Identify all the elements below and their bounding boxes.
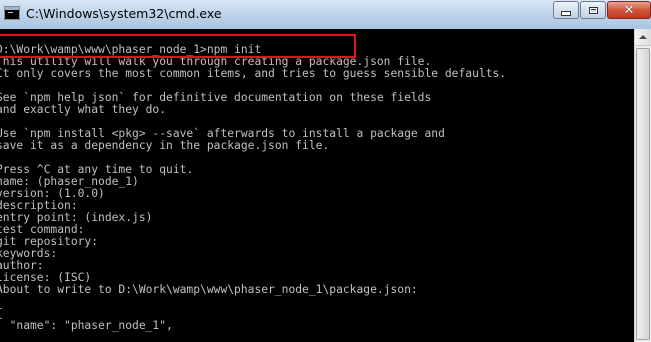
title-bar[interactable]: C:\Windows\system32\cmd.exe ✕ <box>0 0 651 29</box>
console-line: About to write to D:\Work\wamp\www\phase… <box>0 283 418 296</box>
console-line: keywords: <box>0 247 58 260</box>
close-button[interactable]: ✕ <box>607 1 651 19</box>
close-icon: ✕ <box>623 2 635 18</box>
console-line: save it as a dependency in the package.j… <box>0 139 330 152</box>
console-icon[interactable] <box>4 6 20 20</box>
maximize-button[interactable] <box>580 1 606 19</box>
maximize-icon <box>588 6 598 14</box>
command-highlight-box <box>0 34 356 58</box>
minimize-button[interactable] <box>553 1 579 19</box>
console-line: and exactly what they do. <box>0 103 167 116</box>
arrow-up-icon <box>639 35 647 39</box>
console-text: D:\Work\wamp\www\phaser_node_1>npm init T… <box>0 44 506 332</box>
console-line: "name": "phaser_node_1", <box>0 319 173 332</box>
vertical-scrollbar[interactable] <box>634 29 651 342</box>
minimize-icon <box>561 11 571 16</box>
scroll-up-button[interactable] <box>635 29 651 46</box>
window-title: C:\Windows\system32\cmd.exe <box>26 6 222 21</box>
console-line: It only covers the most common items, an… <box>0 67 507 80</box>
console-line: git repository: <box>0 235 99 248</box>
console-output[interactable]: D:\Work\wamp\www\phaser_node_1>npm init T… <box>0 29 634 342</box>
scroll-thumb[interactable] <box>636 48 650 340</box>
